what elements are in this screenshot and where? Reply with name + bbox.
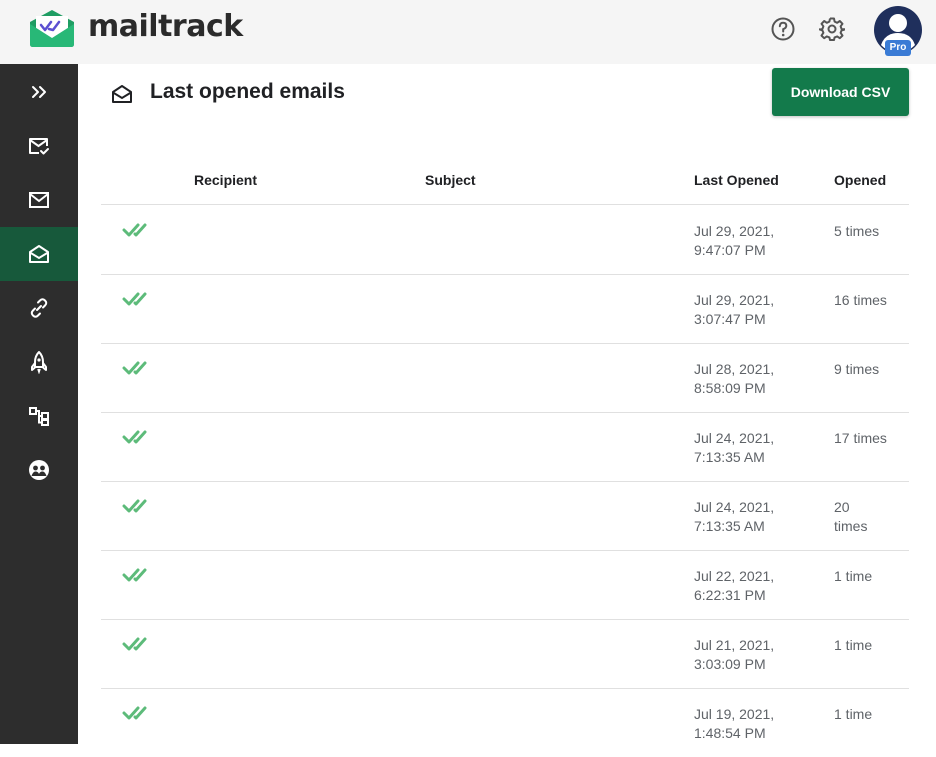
- mailtrack-logo-icon[interactable]: [26, 8, 78, 48]
- last-opened-cell: Jul 19, 2021, 1:48:54 PM: [694, 706, 775, 741]
- last-opened-cell: Jul 24, 2021, 7:13:35 AM: [694, 430, 775, 465]
- table-row[interactable]: Jul 19, 2021, 1:48:54 PM 1 time: [101, 688, 909, 757]
- mail-open-icon: [112, 85, 132, 103]
- download-csv-button[interactable]: Download CSV: [772, 68, 909, 116]
- double-check-icon: [122, 361, 147, 375]
- opened-count-cell: 20 times: [834, 499, 868, 534]
- link-icon: [30, 298, 48, 318]
- table-row[interactable]: Jul 24, 2021, 7:13:35 AM 17 times: [101, 412, 909, 482]
- column-header-subject[interactable]: Subject: [425, 172, 476, 188]
- mail-open-icon: [29, 245, 49, 263]
- last-opened-cell: Jul 29, 2021, 3:07:47 PM: [694, 292, 775, 327]
- column-header-opened[interactable]: Opened: [834, 172, 886, 188]
- sidebar-item-sent[interactable]: [0, 173, 78, 227]
- mail-check-icon: [29, 138, 49, 155]
- double-check-icon: [122, 292, 147, 306]
- sidebar: [0, 64, 78, 744]
- gear-icon[interactable]: [819, 16, 845, 42]
- sidebar-item-campaigns[interactable]: [0, 335, 78, 389]
- sidebar-item-sequences[interactable]: [0, 389, 78, 443]
- opened-count-cell: 16 times: [834, 292, 887, 308]
- sidebar-item-links[interactable]: [0, 281, 78, 335]
- top-bar: mailtrack Pro: [0, 0, 936, 64]
- opened-count-cell: 9 times: [834, 361, 880, 377]
- table-row[interactable]: Jul 22, 2021, 6:22:31 PM 1 time: [101, 550, 909, 620]
- double-check-icon: [122, 706, 147, 720]
- table-row[interactable]: Jul 24, 2021, 7:13:35 AM 20 times: [101, 481, 909, 551]
- table-row[interactable]: Jul 29, 2021, 9:47:07 PM 5 times: [101, 205, 909, 275]
- last-opened-cell: Jul 21, 2021, 3:03:09 PM: [694, 637, 775, 672]
- users-icon: [29, 460, 49, 480]
- column-header-recipient[interactable]: Recipient: [194, 172, 257, 188]
- double-check-icon: [122, 499, 147, 513]
- last-opened-cell: Jul 29, 2021, 9:47:07 PM: [694, 223, 775, 258]
- table-row[interactable]: Jul 28, 2021, 8:58:09 PM 9 times: [101, 343, 909, 413]
- double-check-icon: [122, 637, 147, 651]
- rocket-icon: [31, 351, 47, 374]
- last-opened-cell: Jul 24, 2021, 7:13:35 AM: [694, 499, 775, 534]
- opened-count-cell: 17 times: [834, 430, 887, 446]
- sidebar-item-contacts[interactable]: [0, 443, 78, 497]
- opened-count-cell: 1 time: [834, 637, 873, 653]
- expand-chevrons-icon: [32, 86, 46, 98]
- sidebar-expand[interactable]: [0, 65, 78, 119]
- table-row[interactable]: Jul 21, 2021, 3:03:09 PM 1 time: [101, 619, 909, 689]
- workflow-icon: [29, 407, 49, 426]
- sidebar-item-tracked[interactable]: [0, 119, 78, 173]
- double-check-icon: [122, 430, 147, 444]
- sidebar-item-opened[interactable]: [0, 227, 78, 281]
- opened-count-cell: 1 time: [834, 706, 873, 722]
- last-opened-cell: Jul 22, 2021, 6:22:31 PM: [694, 568, 775, 603]
- mail-icon: [29, 192, 49, 208]
- table-row[interactable]: Jul 29, 2021, 3:07:47 PM 16 times: [101, 274, 909, 344]
- column-header-last-opened[interactable]: Last Opened: [694, 172, 779, 188]
- brand-name: mailtrack: [88, 9, 243, 44]
- double-check-icon: [122, 223, 147, 237]
- last-opened-cell: Jul 28, 2021, 8:58:09 PM: [694, 361, 775, 396]
- opened-count-cell: 1 time: [834, 568, 873, 584]
- pro-badge: Pro: [885, 40, 911, 56]
- help-icon[interactable]: [770, 16, 796, 42]
- opened-count-cell: 5 times: [834, 223, 880, 239]
- page-title: Last opened emails: [150, 80, 345, 103]
- double-check-icon: [122, 568, 147, 582]
